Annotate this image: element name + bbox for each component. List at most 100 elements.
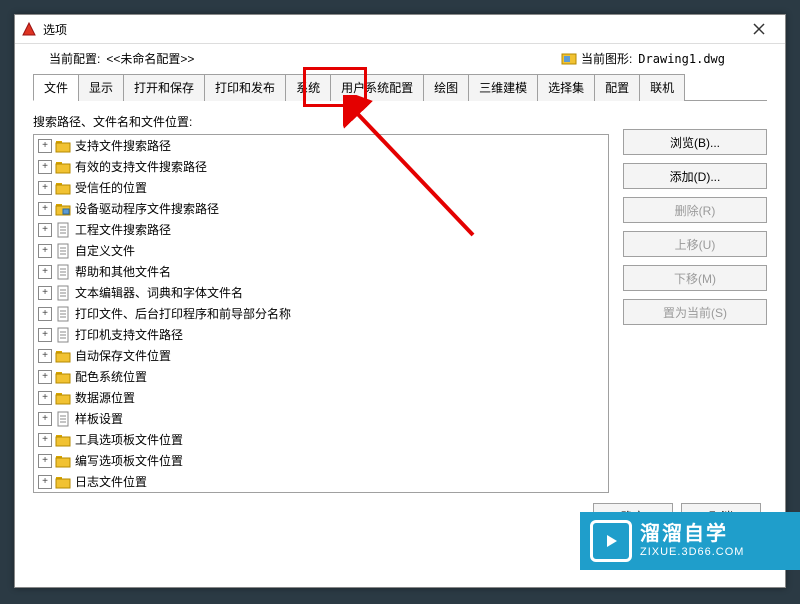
expand-icon[interactable]: + [38,307,52,321]
drawing-value: Drawing1.dwg [638,52,725,66]
app-icon [21,21,37,37]
expand-icon[interactable]: + [38,181,52,195]
tab-profile[interactable]: 配置 [594,74,640,101]
tree-node[interactable]: + 打印机支持文件路径 [34,324,608,345]
expand-icon[interactable]: + [38,475,52,489]
tree-node-label: 样板设置 [75,410,123,427]
document-icon [55,411,71,427]
document-icon [55,306,71,322]
watermark-logo [590,520,632,562]
folder-icon [55,432,71,448]
tab-draw[interactable]: 绘图 [423,74,469,101]
folder-icon [55,138,71,154]
tab-online[interactable]: 联机 [639,74,685,101]
tree-node-label: 数据源位置 [75,389,135,406]
tree-node-label: 工程文件搜索路径 [75,221,171,238]
moveup-button[interactable]: 上移(U) [623,231,767,257]
tab-opensave[interactable]: 打开和保存 [123,74,205,101]
expand-icon[interactable]: + [38,433,52,447]
expand-icon[interactable]: + [38,412,52,426]
tree-node[interactable]: + 自定义文件 [34,240,608,261]
document-icon [55,327,71,343]
tab-files[interactable]: 文件 [33,74,79,101]
window-title: 选项 [43,21,67,38]
config-value: <<未命名配置>> [106,50,194,67]
watermark-title: 溜溜自学 [640,522,744,546]
tree-node[interactable]: + 数据源位置 [34,387,608,408]
tree-node[interactable]: + 工具选项板文件位置 [34,429,608,450]
expand-icon[interactable]: + [38,349,52,363]
tree-heading: 搜索路径、文件名和文件位置: [33,113,609,130]
expand-icon[interactable]: + [38,202,52,216]
tree-node[interactable]: + 日志文件位置 [34,471,608,492]
tree-node-label: 有效的支持文件搜索路径 [75,158,207,175]
expand-icon[interactable]: + [38,286,52,300]
tab-strip: 文件显示打开和保存打印和发布系统用户系统配置绘图三维建模选择集配置联机 [33,73,767,101]
watermark-url: ZIXUE.3D66.COM [640,546,744,559]
folder-icon [55,453,71,469]
expand-icon[interactable]: + [38,160,52,174]
tree-node-label: 自动保存文件位置 [75,347,171,364]
movedown-button[interactable]: 下移(M) [623,265,767,291]
add-button[interactable]: 添加(D)... [623,163,767,189]
tree-node-label: 工具选项板文件位置 [75,431,183,448]
document-icon [55,264,71,280]
tree-node-label: 设备驱动程序文件搜索路径 [75,200,219,217]
tree-node[interactable]: + 自动保存文件位置 [34,345,608,366]
tab-3dmodel[interactable]: 三维建模 [468,74,538,101]
tree-node[interactable]: + 支持文件搜索路径 [34,135,608,156]
folder-icon [55,159,71,175]
close-icon [753,23,765,35]
remove-button[interactable]: 删除(R) [623,197,767,223]
tree-node-label: 受信任的位置 [75,179,147,196]
tree-node[interactable]: + 配色系统位置 [34,366,608,387]
expand-icon[interactable]: + [38,265,52,279]
tree-node[interactable]: + 有效的支持文件搜索路径 [34,156,608,177]
tree-node[interactable]: +编写选项板文件位置 [34,450,608,471]
tab-display[interactable]: 显示 [78,74,124,101]
expand-icon[interactable]: + [38,454,52,468]
config-label: 当前配置: [49,50,100,67]
info-row: 当前配置: <<未命名配置>> 当前图形: Drawing1.dwg [15,44,785,69]
tab-selection[interactable]: 选择集 [537,74,595,101]
drawing-label: 当前图形: [581,50,632,67]
folder-icon [55,474,71,490]
tab-system[interactable]: 系统 [285,74,331,101]
document-icon [55,222,71,238]
folder-icon [55,348,71,364]
watermark: 溜溜自学 ZIXUE.3D66.COM [580,512,800,570]
tree-node[interactable]: + 帮助和其他文件名 [34,261,608,282]
expand-icon[interactable]: + [38,139,52,153]
document-icon [55,243,71,259]
tree-node-label: 日志文件位置 [75,473,147,490]
folder-icon [55,180,71,196]
tree-node[interactable]: + 打印文件、后台打印程序和前导部分名称 [34,303,608,324]
document-icon [55,285,71,301]
folder-icon [55,369,71,385]
expand-icon[interactable]: + [38,328,52,342]
tree-node[interactable]: + 样板设置 [34,408,608,429]
expand-icon[interactable]: + [38,223,52,237]
tree-node-label: 自定义文件 [75,242,135,259]
tree-node-label: 打印机支持文件路径 [75,326,183,343]
folder-icon [55,201,71,217]
tree-node-label: 打印文件、后台打印程序和前导部分名称 [75,305,291,322]
tree-node-label: 帮助和其他文件名 [75,263,171,280]
tree-node-label: 配色系统位置 [75,368,147,385]
expand-icon[interactable]: + [38,244,52,258]
tree-node[interactable]: + 设备驱动程序文件搜索路径 [34,198,608,219]
drawing-icon [561,51,577,67]
setcurrent-button[interactable]: 置为当前(S) [623,299,767,325]
expand-icon[interactable]: + [38,370,52,384]
tab-userpref[interactable]: 用户系统配置 [330,74,424,101]
close-button[interactable] [739,15,779,43]
browse-button[interactable]: 浏览(B)... [623,129,767,155]
tab-print[interactable]: 打印和发布 [204,74,286,101]
titlebar: 选项 [15,15,785,44]
tree-node[interactable]: +文本编辑器、词典和字体文件名 [34,282,608,303]
tree-node-label: 支持文件搜索路径 [75,137,171,154]
tree-node[interactable]: + 工程文件搜索路径 [34,219,608,240]
tree-view[interactable]: + 支持文件搜索路径 + 有效的支持文件搜索路径 + 受信任的位置 + 设备驱动程序文件搜索路… [33,134,609,493]
expand-icon[interactable]: + [38,391,52,405]
tree-node[interactable]: + 受信任的位置 [34,177,608,198]
